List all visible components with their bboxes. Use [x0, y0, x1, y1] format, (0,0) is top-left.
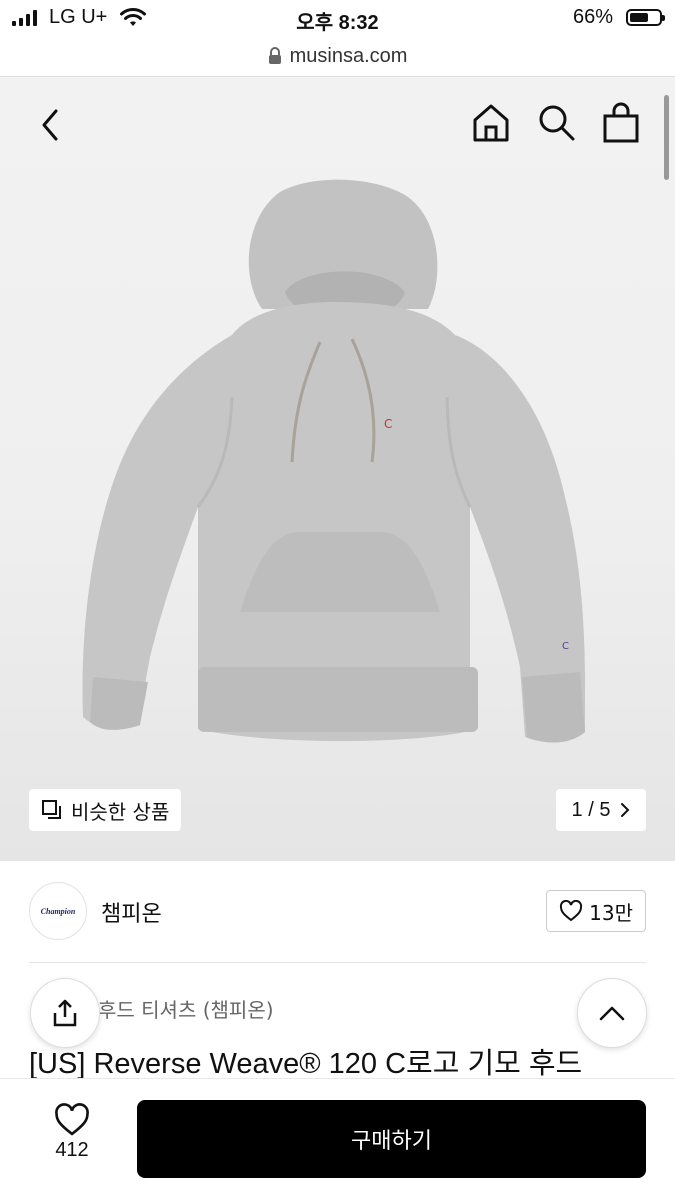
search-button[interactable]: [537, 103, 577, 143]
cart-button[interactable]: [602, 102, 640, 144]
scrollbar[interactable]: [664, 95, 669, 180]
back-button[interactable]: [38, 107, 64, 143]
brand-logo[interactable]: Champion: [29, 882, 87, 940]
share-icon: [53, 999, 77, 1027]
battery-icon: [626, 9, 665, 26]
similar-products-label: 비슷한 상품: [71, 799, 170, 824]
brand-name[interactable]: 챔피온: [101, 896, 162, 928]
buy-button[interactable]: 구매하기: [137, 1100, 646, 1178]
heart-icon: [55, 1103, 89, 1136]
brand-like-count: 13만: [589, 900, 633, 925]
divider: [29, 962, 646, 963]
url-text: musinsa.com: [289, 44, 408, 67]
heart-icon: [560, 900, 583, 922]
battery-percent: 66%: [572, 6, 613, 28]
lock-icon: [268, 47, 281, 64]
product-hoodie-image: C C: [82, 179, 586, 743]
product-image-gallery[interactable]: C C 비슷한 상품 1 / 5: [0, 77, 675, 861]
product-title: [US] Reverse Weave® 120 C로고 기모 후드: [29, 1048, 583, 1080]
status-bar: LG U+ 오후 8:32 66%: [0, 0, 675, 40]
copy-icon: [42, 800, 61, 819]
home-button[interactable]: [471, 103, 511, 143]
chevron-right-icon: [621, 803, 630, 817]
image-pager[interactable]: 1 / 5: [556, 789, 646, 831]
wishlist-button[interactable]: 412: [40, 1103, 104, 1162]
similar-products-button[interactable]: 비슷한 상품: [29, 789, 182, 831]
chevron-up-icon: [599, 1006, 625, 1021]
brand-row: Champion 챔피온 13만: [29, 882, 646, 942]
page-indicator: 1 / 5: [571, 798, 611, 821]
brand-like-button[interactable]: 13만: [546, 890, 646, 932]
scroll-top-button[interactable]: [577, 978, 647, 1048]
svg-text:C: C: [384, 417, 392, 431]
wishlist-count: 412: [55, 1139, 89, 1161]
share-button[interactable]: [30, 978, 100, 1048]
bottom-action-bar: 412 구매하기: [0, 1078, 675, 1201]
address-bar[interactable]: musinsa.com: [0, 36, 675, 77]
product-category[interactable]: 후드 티셔츠 (챔피온): [98, 994, 274, 1023]
buy-button-label: 구매하기: [351, 1129, 432, 1154]
svg-text:C: C: [562, 641, 569, 652]
